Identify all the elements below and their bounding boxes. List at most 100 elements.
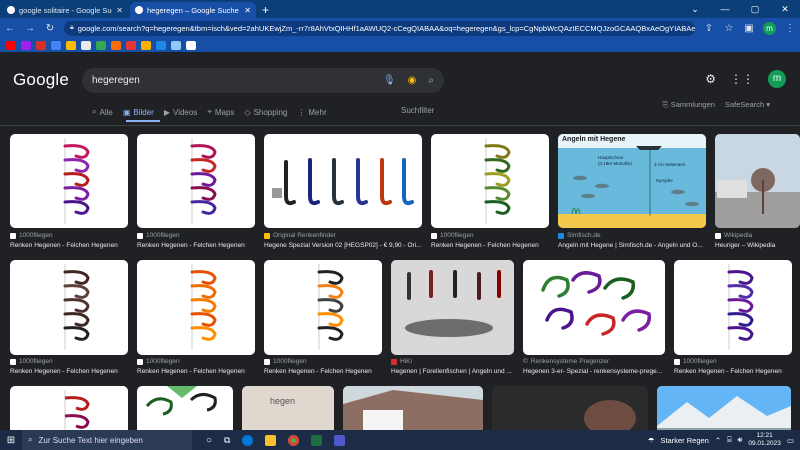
image-result-thumbnail[interactable] <box>343 386 483 430</box>
image-result-thumbnail[interactable] <box>523 260 665 355</box>
result-source[interactable]: 1000fliegen <box>137 358 180 365</box>
result-caption[interactable]: Renken Hegenen - Felchen Hegenen <box>674 368 792 375</box>
excel-icon[interactable] <box>311 434 323 446</box>
result-caption[interactable]: Hegenen 3-er- Spezial - renkensysteme-pr… <box>523 368 665 375</box>
image-result-thumbnail[interactable] <box>674 260 792 355</box>
result-caption[interactable]: Renken Hegenen - Felchen Hegenen <box>10 368 128 375</box>
safesearch-button[interactable]: SafeSearch ▾ <box>725 100 770 110</box>
taskbar-search[interactable]: ⌕ Zur Suche Text hier eingeben <box>22 430 192 450</box>
tab-shopping[interactable]: ◇ Shopping <box>244 108 287 117</box>
tab-videos[interactable]: ▶ Videos <box>164 108 197 117</box>
settings-gear-icon[interactable]: ⚙ <box>705 72 716 86</box>
tab-google-solitaire[interactable]: google solitaire - Google Suche ✕ <box>2 2 128 18</box>
result-source[interactable]: 1000fliegen <box>674 358 717 365</box>
google-logo[interactable]: Google <box>13 70 69 90</box>
back-icon[interactable]: ← <box>4 23 16 34</box>
file-explorer-icon[interactable] <box>265 434 277 446</box>
extensions-icon[interactable]: ▣ <box>743 23 755 34</box>
tab-more[interactable]: ⋮ Mehr <box>297 108 326 117</box>
clock[interactable]: 12:21 09.01.2023 <box>748 432 781 448</box>
result-caption[interactable]: Heuriger – Wikipedia <box>715 242 800 249</box>
image-result-thumbnail[interactable] <box>391 260 514 355</box>
twitch-bookmark-icon[interactable] <box>21 40 31 50</box>
search-icon[interactable]: ⌕ <box>428 75 434 86</box>
bookmark-star-icon[interactable]: ☆ <box>723 23 735 34</box>
bookmark-icon[interactable] <box>81 40 91 50</box>
image-result-thumbnail[interactable] <box>137 134 255 228</box>
reload-icon[interactable]: ↻ <box>44 23 56 34</box>
task-view-icon[interactable]: ⧉ <box>224 435 230 446</box>
result-source[interactable]: Simfisch.de <box>558 232 601 239</box>
cortana-icon[interactable]: ○ <box>206 435 212 446</box>
image-result-thumbnail[interactable] <box>264 134 422 228</box>
result-caption[interactable]: Hegene Spezial Version 02 [HEGSP02] - € … <box>264 242 422 249</box>
bookmark-icon[interactable] <box>156 40 166 50</box>
result-caption[interactable]: Renken Hegenen - Felchen Hegenen <box>137 368 255 375</box>
teams-icon[interactable] <box>334 434 346 446</box>
notifications-icon[interactable]: ▭ <box>787 436 794 445</box>
bookmark-icon[interactable] <box>66 40 76 50</box>
minimize-icon[interactable]: — <box>710 0 740 18</box>
new-tab-icon[interactable]: + <box>262 3 269 17</box>
result-source[interactable]: HiKi <box>391 358 412 365</box>
image-result-thumbnail[interactable] <box>431 134 549 228</box>
address-bar[interactable]: 🔒︎ google.com/search?q=hegeregen&tbm=isc… <box>64 20 695 36</box>
close-tab-icon[interactable]: ✕ <box>244 6 251 15</box>
result-source[interactable]: Original Renkenfinder <box>264 232 336 239</box>
result-source[interactable]: © Renkensysteme Pregenzer <box>523 358 609 365</box>
tab-search-icon[interactable]: ⌄ <box>680 0 710 18</box>
result-caption[interactable]: Renken Hegenen - Felchen Hegenen <box>10 242 128 249</box>
image-result-thumbnail[interactable] <box>10 386 128 430</box>
share-icon[interactable]: ⇪ <box>703 23 715 34</box>
image-result-thumbnail[interactable] <box>264 260 382 355</box>
forward-icon[interactable]: → <box>24 23 36 34</box>
apps-grid-icon[interactable]: ⋮⋮ <box>730 72 754 86</box>
close-window-icon[interactable]: ✕ <box>770 0 800 18</box>
bookmark-icon[interactable] <box>141 40 151 50</box>
bookmark-icon[interactable] <box>171 40 181 50</box>
microphone-icon[interactable]: 🎙︎ <box>383 75 396 86</box>
edge-icon[interactable] <box>242 434 254 446</box>
result-source[interactable]: 1000fliegen <box>264 358 307 365</box>
image-result-thumbnail[interactable]: hegen <box>242 386 334 430</box>
result-caption[interactable]: Renken Hegenen - Felchen Hegenen <box>264 368 382 375</box>
result-source[interactable]: 1000fliegen <box>10 358 53 365</box>
tab-all[interactable]: ⌕ Alle <box>92 107 113 117</box>
image-result-thumbnail[interactable] <box>137 260 255 355</box>
weather-icon[interactable]: ☂ <box>648 436 655 445</box>
image-result-thumbnail[interactable] <box>10 134 128 228</box>
search-input[interactable]: hegeregen <box>92 75 371 86</box>
bookmark-icon[interactable] <box>111 40 121 50</box>
menu-kebab-icon[interactable]: ⋮ <box>784 23 796 34</box>
chrome-icon[interactable] <box>288 434 300 446</box>
result-source[interactable]: 1000fliegen <box>10 232 53 239</box>
image-result-thumbnail[interactable] <box>492 386 648 430</box>
result-caption[interactable]: Hegenen | Forellenfischen | Angeln und .… <box>391 368 514 375</box>
image-result-thumbnail[interactable] <box>657 386 791 430</box>
image-result-thumbnail[interactable] <box>10 260 128 355</box>
tab-maps[interactable]: ⌖ Maps <box>207 107 234 117</box>
google-lens-icon[interactable]: ◉ <box>408 75 417 86</box>
image-result-thumbnail[interactable] <box>137 386 233 430</box>
result-source[interactable]: Wikipedia <box>715 232 752 239</box>
bookmark-icon[interactable] <box>51 40 61 50</box>
weather-text[interactable]: Starker Regen <box>660 436 708 445</box>
close-tab-icon[interactable]: ✕ <box>116 6 123 15</box>
bookmark-icon[interactable] <box>186 40 196 50</box>
tab-images[interactable]: ▣ Bilder <box>123 108 154 117</box>
search-filter-button[interactable]: Suchfilter <box>401 106 434 115</box>
account-avatar[interactable]: m <box>768 70 786 88</box>
bookmark-icon[interactable] <box>96 40 106 50</box>
search-box[interactable]: hegeregen 🎙︎ ◉ ⌕ <box>82 68 444 93</box>
chevron-up-icon[interactable]: ⌃ <box>715 436 721 445</box>
tab-hegeregen[interactable]: hegeregen – Google Suche ✕ <box>130 2 256 18</box>
network-icon[interactable]: ⌸ <box>727 435 732 445</box>
maximize-icon[interactable]: ▢ <box>740 0 770 18</box>
result-caption[interactable]: Renken Hegenen - Felchen Hegenen <box>431 242 549 249</box>
windows-start-icon[interactable]: ⊞ <box>0 435 22 446</box>
youtube-bookmark-icon[interactable] <box>6 40 16 50</box>
collections-button[interactable]: ⎘ Sammlungen <box>663 100 715 110</box>
lock-icon[interactable]: 🔒︎ <box>70 24 74 32</box>
volume-icon[interactable]: 🔊︎ <box>738 435 743 445</box>
image-result-thumbnail[interactable]: Angeln mit Hegene Hauptschnur (0,18er Mo… <box>558 134 706 228</box>
